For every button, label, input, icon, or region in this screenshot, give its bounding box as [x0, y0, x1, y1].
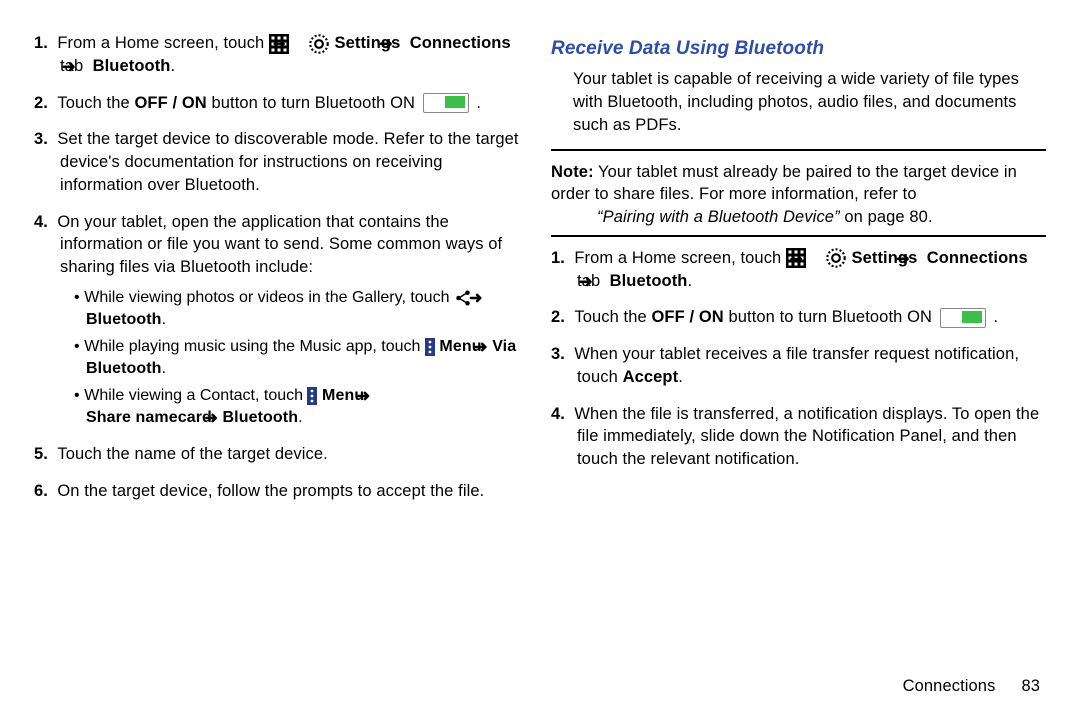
note-reference: “Pairing with a Bluetooth Device” — [597, 208, 844, 226]
note-block: Note: Your tablet must already be paired… — [551, 161, 1046, 229]
note-label: Note: — [551, 163, 594, 181]
sub-contact: While viewing a Contact, touch Menu ➜ Sh… — [74, 385, 529, 429]
page-footer: Connections 83 — [34, 677, 1046, 696]
step-4-sub: While viewing photos or videos in the Ga… — [74, 287, 529, 429]
step-4: 4. On your tablet, open the application … — [34, 211, 529, 430]
intro-paragraph: Your tablet is capable of receiving a wi… — [551, 68, 1046, 136]
step-1: 1. From a Home screen, touch ➜ Settings … — [34, 32, 529, 78]
toggle-on-icon — [423, 93, 469, 113]
step-2: 2. Touch the OFF / ON button to turn Blu… — [34, 92, 529, 115]
settings-gear-icon — [308, 33, 330, 55]
step-5: 5. Touch the name of the target device. — [34, 443, 529, 466]
sub-gallery: While viewing photos or videos in the Ga… — [74, 287, 529, 331]
r-step-1: 1. From a Home screen, touch ➜ Settings … — [551, 247, 1046, 293]
chapter-name: Connections — [903, 677, 996, 696]
settings-label: Settings — [334, 34, 405, 52]
step-3: 3. Set the target device to discoverable… — [34, 128, 529, 196]
divider — [551, 149, 1046, 151]
r-step-2: 2. Touch the OFF / ON button to turn Blu… — [551, 306, 1046, 329]
menu-dots-icon — [307, 387, 317, 405]
sub-music: While playing music using the Music app,… — [74, 336, 529, 380]
connections-label: Connections — [410, 34, 511, 52]
menu-dots-icon — [425, 338, 435, 356]
step-text: From a Home screen, touch — [57, 34, 269, 52]
settings-gear-icon — [825, 247, 847, 269]
step-6: 6. On the target device, follow the prom… — [34, 480, 529, 503]
page-number: 83 — [1021, 677, 1040, 696]
r-step-3: 3. When your tablet receives a file tran… — [551, 343, 1046, 389]
section-heading: Receive Data Using Bluetooth — [551, 36, 1046, 62]
steps-right: 1. From a Home screen, touch ➜ Settings … — [551, 247, 1046, 471]
right-column: Receive Data Using Bluetooth Your tablet… — [551, 32, 1046, 669]
bluetooth-label: Bluetooth — [88, 57, 171, 75]
toggle-on-icon — [940, 308, 986, 328]
r-step-4: 4. When the file is transferred, a notif… — [551, 403, 1046, 471]
left-column: 1. From a Home screen, touch ➜ Settings … — [34, 32, 529, 669]
divider — [551, 235, 1046, 237]
steps-left: 1. From a Home screen, touch ➜ Settings … — [34, 32, 529, 503]
